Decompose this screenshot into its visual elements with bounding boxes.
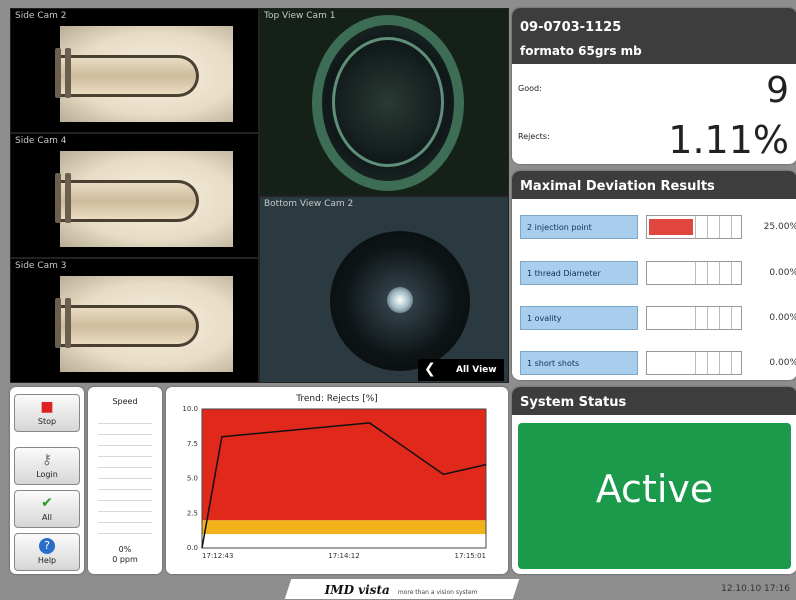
deviation-title: Maximal Deviation Results xyxy=(520,179,715,194)
brand-logo: IMD vista xyxy=(324,583,390,597)
login-button[interactable]: ⚷ Login xyxy=(14,447,80,485)
speed-ppm: 0 ppm xyxy=(112,555,138,564)
deviation-row: 1 thread Diameter 0.00% xyxy=(520,261,796,285)
y-tick-label: 2.5 xyxy=(187,509,198,517)
y-tick-label: 0.0 xyxy=(187,544,198,552)
help-label: Help xyxy=(37,556,57,565)
bottom-view-cam-2[interactable]: Bottom View Cam 2 ❮ All View xyxy=(259,196,509,383)
chart-zone xyxy=(202,534,486,548)
x-tick-label: 17:14:12 xyxy=(328,552,359,560)
status-title: System Status xyxy=(520,395,627,410)
side-cam-3-view[interactable]: Side Cam 3 xyxy=(10,258,259,383)
deviation-row: 2 injection point 25.00% xyxy=(520,215,796,239)
footer-datetime: 12.10.10 17:16 xyxy=(721,584,790,594)
y-tick-label: 10.0 xyxy=(182,405,198,413)
deviation-row-label[interactable]: 1 thread Diameter xyxy=(520,261,638,285)
chevron-left-icon: ❮ xyxy=(424,361,436,377)
deviation-row: 1 ovality 0.00% xyxy=(520,306,796,330)
login-label: Login xyxy=(36,470,58,479)
job-code: 09-0703-1125 xyxy=(520,20,622,35)
rejects-label: Rejects: xyxy=(518,132,550,141)
bottom-view-label: Bottom View Cam 2 xyxy=(264,199,354,209)
all-view-label: All View xyxy=(456,365,497,375)
help-icon: ? xyxy=(39,538,55,554)
all-label: All xyxy=(42,513,52,522)
deviation-bar xyxy=(646,351,742,375)
deviation-row: 1 short shots 0.00% xyxy=(520,351,796,375)
stop-button[interactable]: ■ Stop xyxy=(14,394,80,432)
deviation-row-label[interactable]: 1 ovality xyxy=(520,306,638,330)
stop-label: Stop xyxy=(37,417,57,426)
deviation-bar xyxy=(646,215,742,239)
all-button[interactable]: ✔ All xyxy=(14,490,80,528)
deviation-row-label[interactable]: 2 injection point xyxy=(520,215,638,239)
status-panel: System Status Active xyxy=(512,387,796,574)
deviation-bar xyxy=(646,306,742,330)
deviation-row-value: 25.00% xyxy=(763,222,796,232)
status-value: Active xyxy=(595,467,714,511)
speed-percent: 0% xyxy=(118,545,132,554)
deviation-row-label[interactable]: 1 short shots xyxy=(520,351,638,375)
side-cam-4-label: Side Cam 4 xyxy=(15,136,67,146)
speed-gauge xyxy=(98,413,152,543)
status-header: System Status xyxy=(512,387,796,415)
rejects-value: 1.11% xyxy=(668,118,789,162)
deviation-row-value: 0.00% xyxy=(769,268,796,278)
speed-panel: Speed 0% 0 ppm xyxy=(88,387,162,574)
deviation-panel: Maximal Deviation Results 2 injection po… xyxy=(512,171,796,380)
side-cam-3-label: Side Cam 3 xyxy=(15,261,67,271)
x-tick-label: 17:12:43 xyxy=(202,552,233,560)
deviation-bar xyxy=(646,261,742,285)
controls-panel: ■ Stop ⚷ Login ✔ All ? Help xyxy=(10,387,84,574)
status-indicator: Active xyxy=(518,423,791,569)
top-view-cam-1[interactable]: Top View Cam 1 xyxy=(259,8,509,196)
deviation-row-value: 0.00% xyxy=(769,313,796,323)
trend-panel: Trend: Rejects [%] 10.0 7.5 5.0 2.5 0.0 17:12… xyxy=(166,387,508,574)
x-tick-label: 17:15:01 xyxy=(455,552,486,560)
deviation-bar-fill xyxy=(649,219,693,235)
y-tick-label: 7.5 xyxy=(187,440,198,448)
brand-banner: IMD vista more than a vision system xyxy=(284,579,520,599)
y-tick-label: 5.0 xyxy=(187,475,198,483)
side-cam-2-view[interactable]: Side Cam 2 xyxy=(10,8,259,133)
check-icon: ✔ xyxy=(41,495,53,511)
job-header: 09-0703-1125 formato 65grs mb xyxy=(512,8,796,64)
trend-chart: 10.0 7.5 5.0 2.5 0.0 17:12:43 17:14:12 17:15:01 xyxy=(182,405,487,560)
speed-title: Speed xyxy=(112,397,138,406)
job-format: formato 65grs mb xyxy=(520,44,642,58)
stop-icon: ■ xyxy=(40,399,54,415)
top-view-label: Top View Cam 1 xyxy=(264,11,336,21)
all-view-button[interactable]: ❮ All View xyxy=(418,359,504,381)
good-label: Good: xyxy=(518,84,542,93)
side-cam-2-label: Side Cam 2 xyxy=(15,11,67,21)
chart-zone xyxy=(202,520,486,535)
help-button[interactable]: ? Help xyxy=(14,533,80,571)
good-value: 9 xyxy=(766,70,789,111)
deviation-header: Maximal Deviation Results xyxy=(512,171,796,199)
job-info-panel: 09-0703-1125 formato 65grs mb Good: 9 Re… xyxy=(512,8,796,164)
deviation-row-value: 0.00% xyxy=(769,358,796,368)
brand-tagline: more than a vision system xyxy=(398,589,478,596)
side-cam-4-view[interactable]: Side Cam 4 xyxy=(10,133,259,258)
key-icon: ⚷ xyxy=(41,452,53,468)
